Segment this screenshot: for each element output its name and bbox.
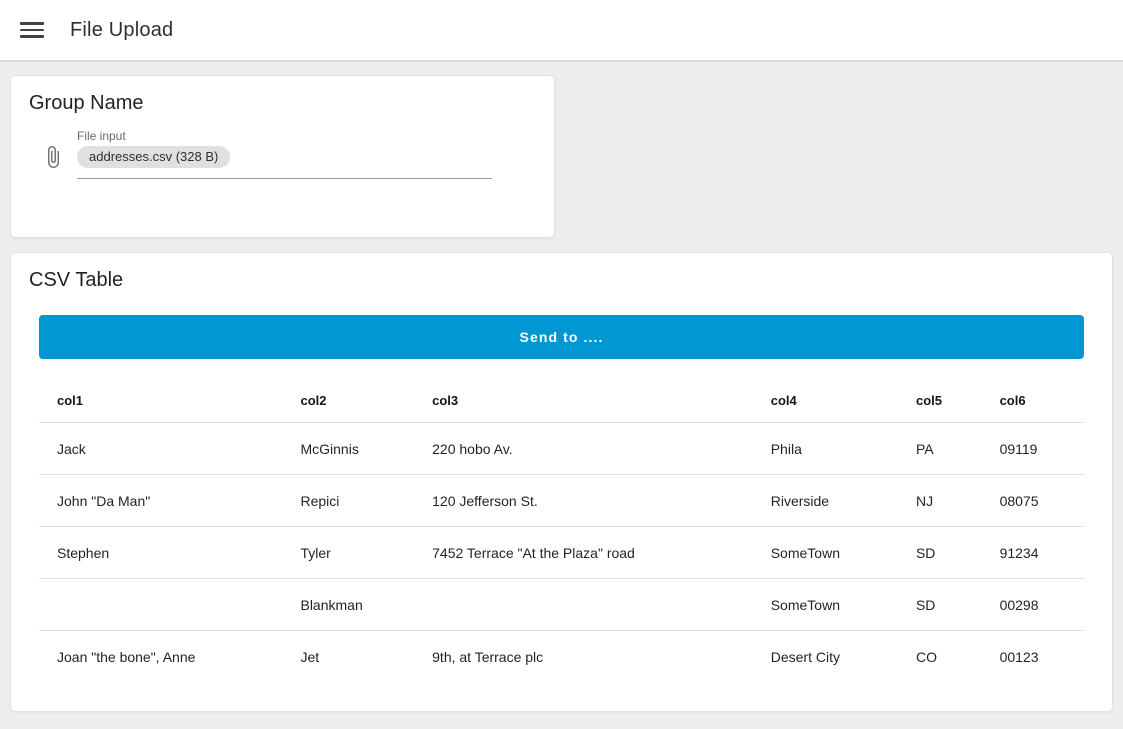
- table-cell: Blankman: [282, 579, 414, 631]
- table-cell: 00123: [982, 631, 1084, 683]
- table-cell: SomeTown: [753, 579, 898, 631]
- table-row: JackMcGinnis220 hobo Av.PhilaPA09119: [39, 423, 1084, 475]
- table-cell: Joan "the bone", Anne: [39, 631, 282, 683]
- table-cell: Tyler: [282, 527, 414, 579]
- table-cell: Repici: [282, 475, 414, 527]
- file-input-field[interactable]: File input addresses.csv (328 B): [77, 129, 492, 179]
- table-body: JackMcGinnis220 hobo Av.PhilaPA09119John…: [39, 423, 1084, 683]
- column-header: col2: [282, 373, 414, 423]
- table-cell: Jet: [282, 631, 414, 683]
- main-content: Group Name File input addresses.csv (328…: [0, 62, 1123, 712]
- table-cell: 7452 Terrace "At the Plaza" road: [414, 527, 753, 579]
- table-cell: Jack: [39, 423, 282, 475]
- table-header-row: col1col2col3col4col5col6: [39, 373, 1084, 423]
- table-cell: NJ: [898, 475, 982, 527]
- table-cell: SD: [898, 579, 982, 631]
- group-card-title: Group Name: [11, 76, 554, 115]
- csv-table-card: CSV Table Send to .... col1col2col3col4c…: [10, 252, 1113, 712]
- table-row: Blankman SomeTownSD00298: [39, 579, 1084, 631]
- table-cell: 220 hobo Av.: [414, 423, 753, 475]
- group-name-card: Group Name File input addresses.csv (328…: [10, 75, 555, 238]
- table-cell: Stephen: [39, 527, 282, 579]
- table-cell: 9th, at Terrace plc: [414, 631, 753, 683]
- table-cell: 09119: [982, 423, 1084, 475]
- table-cell: Desert City: [753, 631, 898, 683]
- file-chip: addresses.csv (328 B): [77, 146, 230, 168]
- column-header: col5: [898, 373, 982, 423]
- column-header: col6: [982, 373, 1084, 423]
- table-cell: 91234: [982, 527, 1084, 579]
- table-cell: McGinnis: [282, 423, 414, 475]
- table-cell: John "Da Man": [39, 475, 282, 527]
- table-row: John "Da Man"Repici120 Jefferson St.Rive…: [39, 475, 1084, 527]
- column-header: col1: [39, 373, 282, 423]
- column-header: col4: [753, 373, 898, 423]
- page-title: File Upload: [70, 19, 173, 42]
- table-cell: SD: [898, 527, 982, 579]
- table-cell: Phila: [753, 423, 898, 475]
- file-input-label: File input: [77, 129, 492, 143]
- csv-table-wrapper: col1col2col3col4col5col6 JackMcGinnis220…: [39, 373, 1084, 683]
- csv-table: col1col2col3col4col5col6 JackMcGinnis220…: [39, 373, 1084, 683]
- table-cell: [414, 579, 753, 631]
- table-cell: 120 Jefferson St.: [414, 475, 753, 527]
- hamburger-menu-button[interactable]: [20, 18, 44, 42]
- table-cell: 08075: [982, 475, 1084, 527]
- table-row: StephenTyler7452 Terrace "At the Plaza" …: [39, 527, 1084, 579]
- table-cell: PA: [898, 423, 982, 475]
- table-cell: [39, 579, 282, 631]
- file-input[interactable]: File input addresses.csv (328 B): [41, 129, 538, 179]
- csv-card-title: CSV Table: [11, 253, 1112, 292]
- table-cell: Riverside: [753, 475, 898, 527]
- table-cell: 00298: [982, 579, 1084, 631]
- table-cell: CO: [898, 631, 982, 683]
- table-cell: SomeTown: [753, 527, 898, 579]
- table-row: Joan "the bone", AnneJet9th, at Terrace …: [39, 631, 1084, 683]
- send-button[interactable]: Send to ....: [39, 315, 1084, 359]
- hamburger-icon: [20, 22, 44, 25]
- app-bar: File Upload: [0, 0, 1123, 62]
- column-header: col3: [414, 373, 753, 423]
- paperclip-icon[interactable]: [41, 144, 65, 170]
